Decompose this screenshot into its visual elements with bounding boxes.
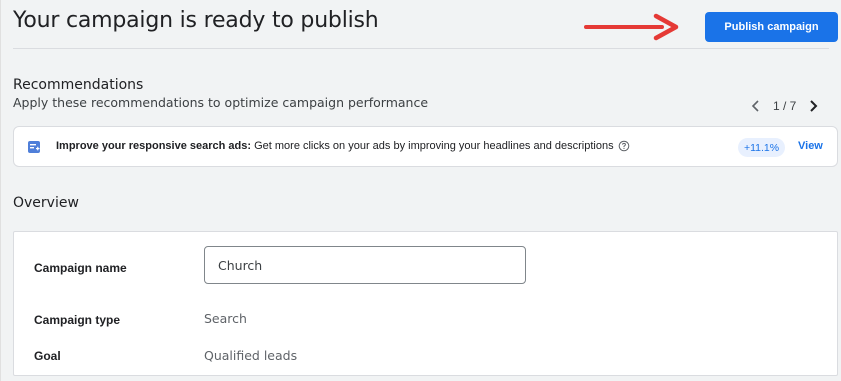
campaign-name-label: Campaign name [34,261,127,275]
recommendations-title: Recommendations [13,77,144,93]
title-divider [13,48,829,49]
recommendations-pager: 1 / 7 [749,96,820,116]
view-recommendation-link[interactable]: View [798,140,823,152]
help-icon[interactable] [618,140,630,152]
chevron-left-icon[interactable] [749,99,763,113]
campaign-type-label: Campaign type [34,313,121,327]
recommendation-text: Improve your responsive search ads: Get … [56,140,630,152]
overview-card: Campaign name Campaign type Search Goal … [13,231,838,376]
publish-campaign-button[interactable]: Publish campaign [705,12,838,42]
recommendation-card: Improve your responsive search ads: Get … [13,126,838,167]
chevron-right-icon[interactable] [806,99,820,113]
pager-count: 1 / 7 [773,99,797,113]
recommendation-bold-text: Improve your responsive search ads: [56,140,252,152]
overview-title: Overview [13,195,79,211]
page-title: Your campaign is ready to publish [13,8,379,33]
recommendation-body-text: Get more clicks on your ads by improving… [251,140,614,152]
arrow-right-icon [584,13,679,41]
goal-value: Qualified leads [204,348,298,363]
campaign-publish-page: Your campaign is ready to publish Publis… [0,0,841,381]
campaign-name-input[interactable] [204,246,526,284]
goal-label: Goal [34,349,61,363]
recommendations-subtitle: Apply these recommendations to optimize … [13,95,429,110]
campaign-type-value: Search [204,311,247,326]
uplift-badge: +11.1% [738,138,785,157]
recommendation-icon [28,141,40,153]
